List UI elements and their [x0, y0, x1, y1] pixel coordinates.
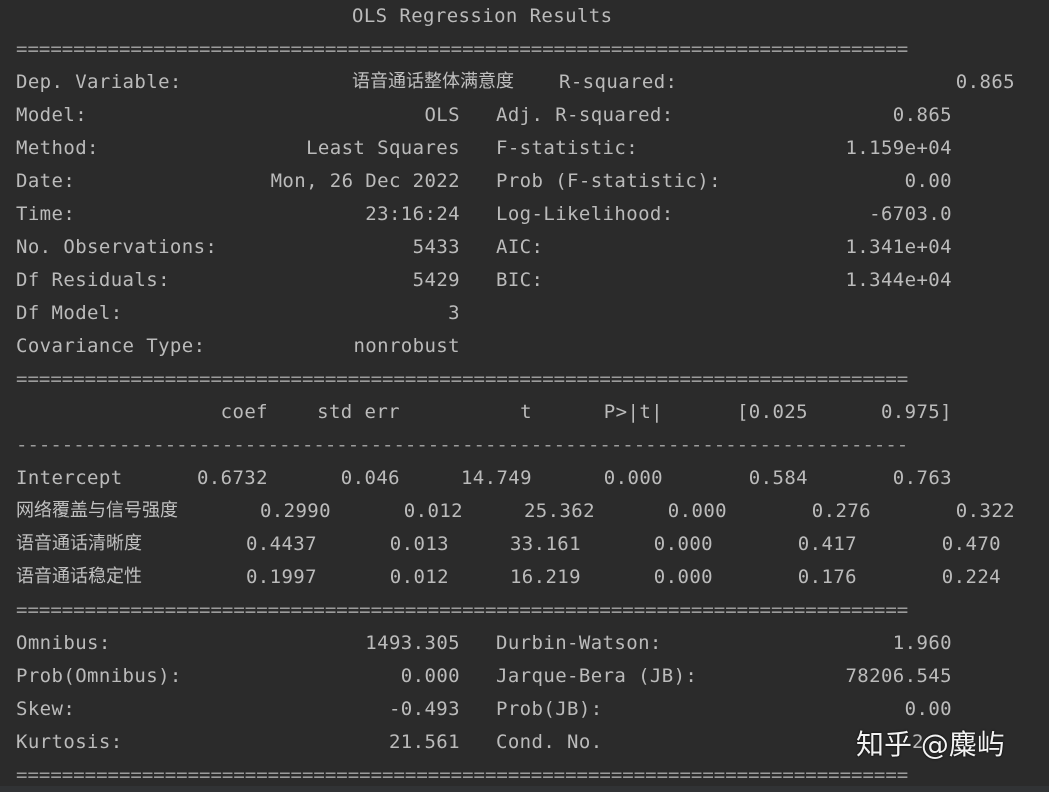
diagnostic-label: Prob(JB): — [496, 698, 603, 720]
summary-value: 23:16:24 — [365, 203, 460, 225]
summary-label: Model: — [16, 104, 88, 126]
dash-rule: ----------------------------------------… — [16, 434, 909, 456]
coef-cell: 0.000 — [667, 500, 727, 522]
coef-cell: 25.362 — [523, 500, 595, 522]
summary-label: Date: — [16, 170, 76, 192]
coef-cell: 0.322 — [955, 500, 1015, 522]
ols-summary-output: OLS Regression Results =================… — [0, 0, 1049, 792]
coef-cell: 0.584 — [748, 467, 808, 489]
zhihu-watermark: 知乎 @麋屿 — [856, 728, 1005, 761]
diagnostic-value: 0.00 — [904, 698, 952, 720]
coef-cell: 0.763 — [892, 467, 952, 489]
diagnostic-label: Cond. No. — [496, 731, 603, 753]
summary-value: 1.341e+04 — [845, 236, 952, 258]
summary-value: 0.00 — [904, 170, 952, 192]
summary-label: Df Residuals: — [16, 269, 170, 291]
summary-label: AIC: — [496, 236, 544, 258]
double-rule: ========================================… — [16, 599, 909, 621]
coef-header: coef — [220, 401, 268, 423]
coef-cell: 0.013 — [389, 533, 449, 555]
summary-value: 1.159e+04 — [845, 137, 952, 159]
diagnostic-value: 1493.305 — [365, 632, 460, 654]
coef-header: P>|t| — [603, 401, 663, 423]
summary-label: Df Model: — [16, 302, 123, 324]
coef-cell: 0.2990 — [259, 500, 331, 522]
coef-cell: 0.470 — [941, 533, 1001, 555]
summary-label: Adj. R-squared: — [496, 104, 674, 126]
coef-cell: 0.417 — [797, 533, 857, 555]
double-rule: ========================================… — [16, 368, 909, 390]
coef-cell: 0.224 — [941, 566, 1001, 588]
coef-header: t — [520, 401, 532, 423]
summary-value: 5433 — [412, 236, 460, 258]
coef-cell: 0.000 — [603, 467, 663, 489]
coef-cell: 0.6732 — [196, 467, 268, 489]
bottom-strip — [0, 786, 1049, 792]
coef-cell: 0.000 — [653, 533, 713, 555]
coef-cell: 0.1997 — [245, 566, 317, 588]
summary-label: Prob (F-statistic): — [496, 170, 721, 192]
coef-cell: 16.219 — [509, 566, 581, 588]
double-rule: ========================================… — [16, 38, 909, 60]
diagnostic-value: 0.000 — [400, 665, 460, 687]
coef-row-name: 网络覆盖与信号强度 — [16, 500, 178, 521]
summary-value: 3 — [448, 302, 460, 324]
coef-cell: 0.4437 — [245, 533, 317, 555]
diagnostic-value: 78206.545 — [845, 665, 952, 687]
summary-label: No. Observations: — [16, 236, 218, 258]
summary-label: R-squared: — [559, 71, 678, 93]
summary-value: 0.865 — [955, 71, 1015, 93]
diagnostic-value: -0.493 — [388, 698, 460, 720]
dependent-variable-value: 语音通话整体满意度 — [352, 71, 514, 92]
diagnostic-label: Jarque-Bera (JB): — [496, 665, 698, 687]
diagnostic-value: 1.960 — [892, 632, 952, 654]
summary-value: Least Squares — [306, 137, 460, 159]
coef-header: 0.975] — [880, 401, 952, 423]
coef-cell: 14.749 — [460, 467, 532, 489]
summary-label: Time: — [16, 203, 76, 225]
summary-value: OLS — [424, 104, 460, 126]
diagnostic-label: Omnibus: — [16, 632, 111, 654]
coef-cell: 0.012 — [389, 566, 449, 588]
summary-label: BIC: — [496, 269, 544, 291]
coef-cell: 0.276 — [811, 500, 871, 522]
diagnostic-label: Durbin-Watson: — [496, 632, 662, 654]
summary-label: F-statistic: — [496, 137, 639, 159]
summary-label: Method: — [16, 137, 99, 159]
diagnostic-label: Kurtosis: — [16, 731, 123, 753]
coef-row-name: 语音通话稳定性 — [16, 566, 142, 587]
summary-value: Mon, 26 Dec 2022 — [270, 170, 460, 192]
coef-header: std err — [317, 401, 400, 423]
coef-row-name: Intercept — [16, 467, 123, 489]
coef-row-name: 语音通话清晰度 — [16, 533, 142, 554]
summary-value: nonrobust — [353, 335, 460, 357]
diagnostic-value: 21.561 — [388, 731, 460, 753]
summary-label: Covariance Type: — [16, 335, 206, 357]
diagnostic-label: Prob(Omnibus): — [16, 665, 182, 687]
summary-value: 5429 — [412, 269, 460, 291]
coef-cell: 0.176 — [797, 566, 857, 588]
coef-cell: 33.161 — [509, 533, 581, 555]
summary-label: Log-Likelihood: — [496, 203, 674, 225]
summary-value: -6703.0 — [869, 203, 952, 225]
summary-value: 0.865 — [892, 104, 952, 126]
coef-cell: 0.046 — [340, 467, 400, 489]
coef-header: [0.025 — [736, 401, 808, 423]
summary-value: 1.344e+04 — [845, 269, 952, 291]
summary-label: Dep. Variable: — [16, 71, 182, 93]
double-rule: ========================================… — [16, 764, 909, 786]
report-title: OLS Regression Results — [352, 5, 613, 27]
coef-cell: 0.012 — [403, 500, 463, 522]
diagnostic-label: Skew: — [16, 698, 76, 720]
coef-cell: 0.000 — [653, 566, 713, 588]
